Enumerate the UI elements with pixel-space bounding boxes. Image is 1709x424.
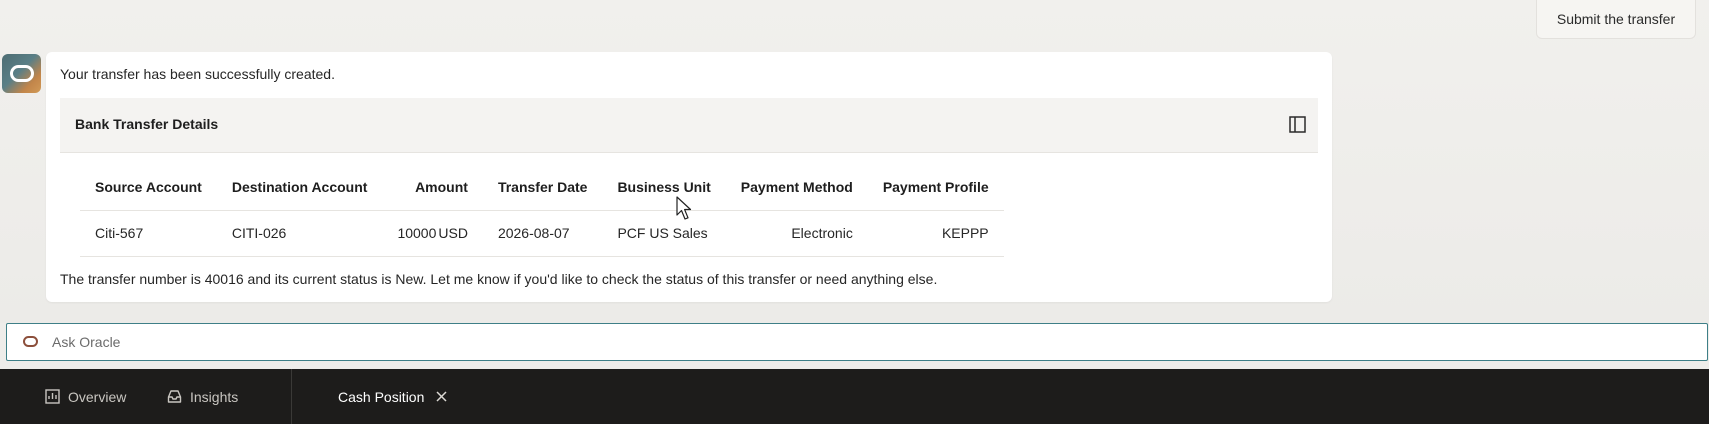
user-message: Submit the transfer xyxy=(1536,0,1696,39)
close-icon[interactable] xyxy=(436,391,447,402)
ask-oracle-input[interactable] xyxy=(52,324,1652,359)
cell-destination-account: CITI-026 xyxy=(216,210,383,257)
cell-source-account: Citi-567 xyxy=(80,210,217,257)
header-transfer-date: Transfer Date xyxy=(482,164,603,211)
header-destination-account: Destination Account xyxy=(216,164,383,211)
cell-business-unit: PCF US Sales xyxy=(602,210,726,257)
oracle-logo-icon xyxy=(9,65,34,82)
amount-currency: USD xyxy=(438,225,468,241)
transfer-details-table: Source Account Destination Account Amoun… xyxy=(80,164,1004,257)
header-payment-method: Payment Method xyxy=(725,164,868,211)
cell-transfer-date: 2026-08-07 xyxy=(482,210,603,257)
dashboard-icon xyxy=(45,389,60,404)
bottom-tab-bar: Overview Insights Cash Position xyxy=(0,369,1709,424)
oracle-logo-icon xyxy=(23,336,38,347)
table-row: Citi-567 CITI-026 10000 USD 2026-08-07 PC… xyxy=(80,210,1004,257)
panel-title: Bank Transfer Details xyxy=(75,116,219,132)
cell-amount: 10000 USD xyxy=(382,210,483,257)
header-payment-profile: Payment Profile xyxy=(867,164,1004,211)
oracle-avatar xyxy=(2,54,41,93)
tab-cash-position-label: Cash Position xyxy=(338,388,425,405)
bot-outro-text: The transfer number is 40016 and its cur… xyxy=(60,271,938,287)
tab-divider xyxy=(291,369,292,424)
bot-intro-text: Your transfer has been successfully crea… xyxy=(60,66,335,82)
header-business-unit: Business Unit xyxy=(602,164,726,211)
ask-oracle-bar[interactable] xyxy=(6,323,1708,361)
bot-response-card: Your transfer has been successfully crea… xyxy=(46,52,1332,302)
tab-overview[interactable]: Overview xyxy=(45,369,126,424)
chat-area: Submit the transfer Your transfer has be… xyxy=(0,0,1709,323)
tab-insights[interactable]: Insights xyxy=(167,369,238,424)
tab-overview-label: Overview xyxy=(68,388,127,405)
bank-transfer-details-panel: Bank Transfer Details xyxy=(60,98,1318,153)
inbox-icon xyxy=(167,390,182,403)
header-amount: Amount xyxy=(382,164,483,211)
tab-cash-position[interactable]: Cash Position xyxy=(338,369,447,424)
tab-insights-label: Insights xyxy=(190,388,239,405)
header-source-account: Source Account xyxy=(80,164,217,211)
cell-payment-method: Electronic xyxy=(725,210,868,257)
mouse-cursor-icon xyxy=(676,196,692,220)
amount-value: 10000 xyxy=(397,225,437,241)
side-panel-icon[interactable] xyxy=(1289,116,1306,133)
table-header-row: Source Account Destination Account Amoun… xyxy=(80,164,1004,211)
cell-payment-profile: KEPPP xyxy=(867,210,1004,257)
